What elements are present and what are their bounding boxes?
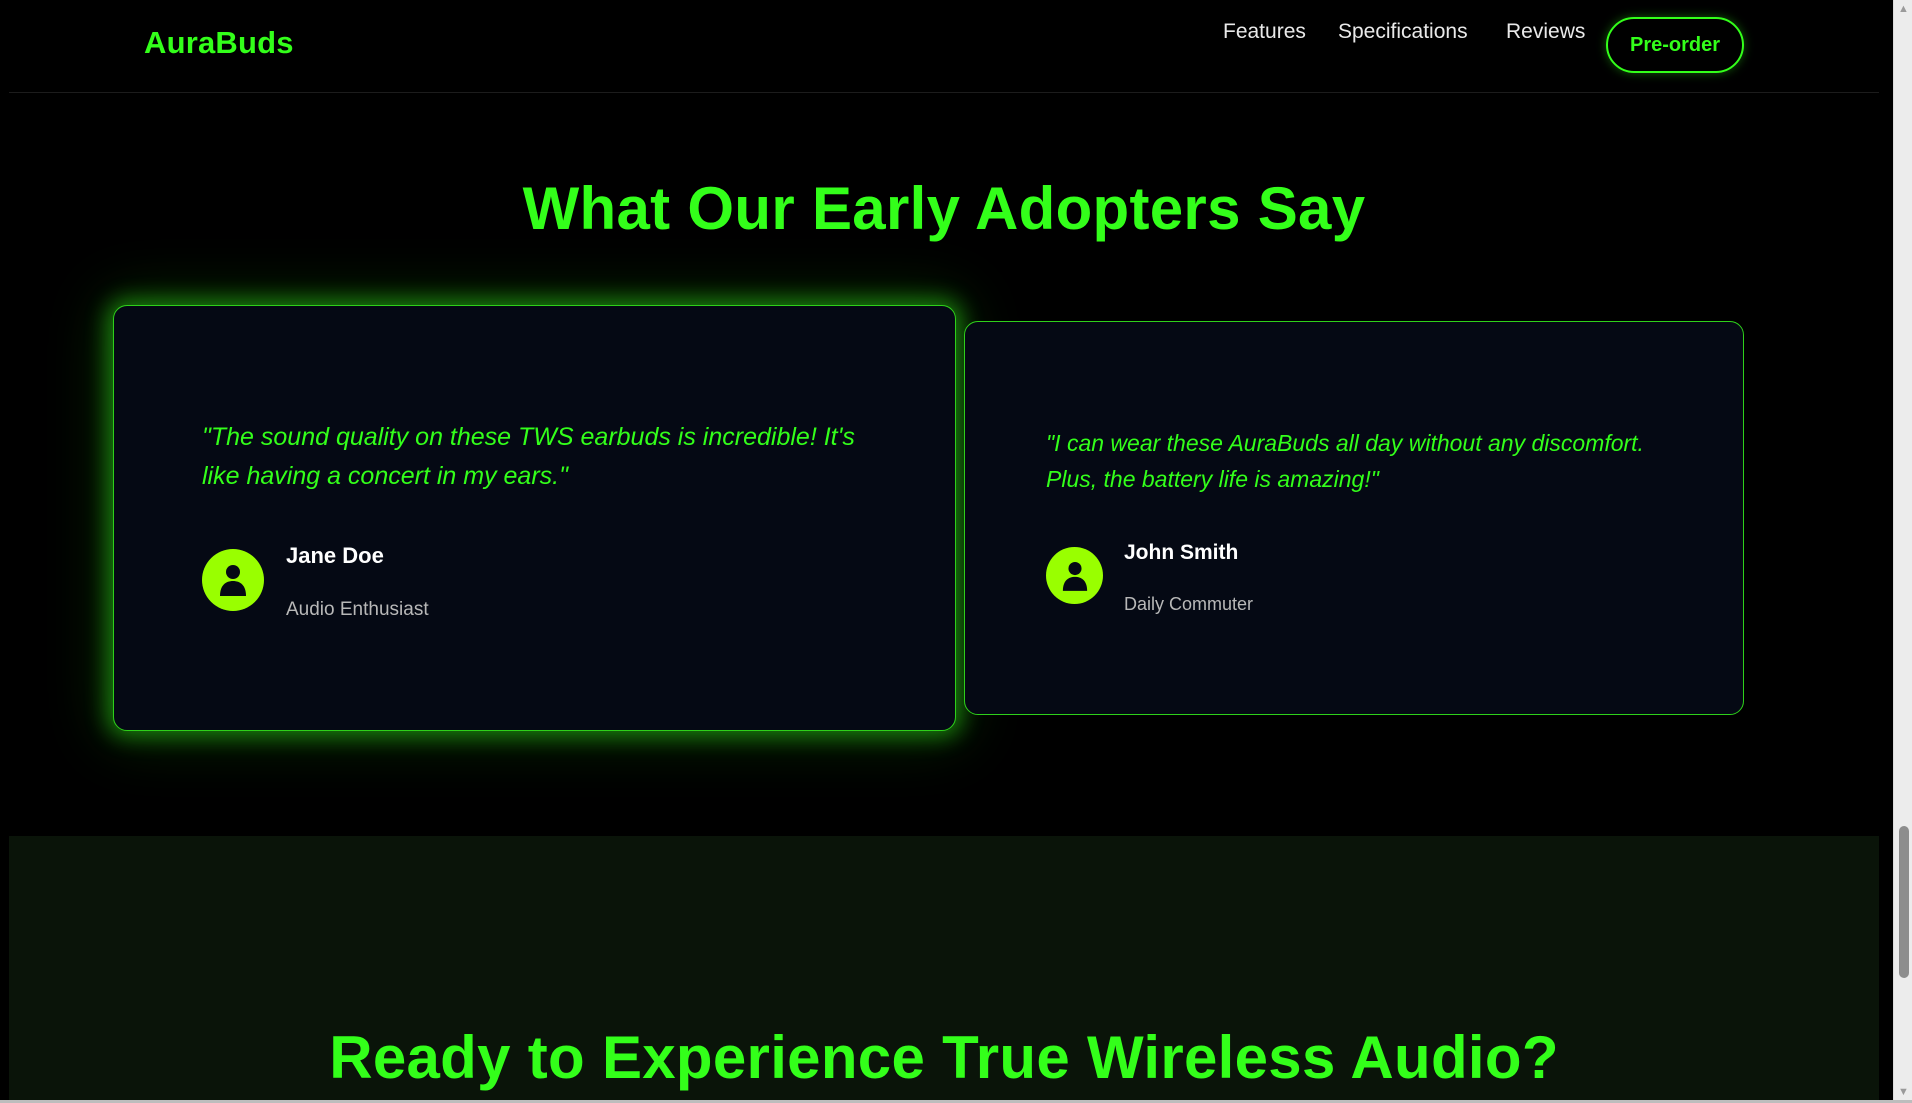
user-icon <box>218 563 248 597</box>
testimonial-quote: "The sound quality on these TWS earbuds … <box>202 423 855 490</box>
preorder-button[interactable]: Pre-order <box>1606 17 1744 73</box>
author-name: John Smith <box>1124 541 1239 564</box>
cta-section: Ready to Experience True Wireless Audio? <box>9 836 1879 1100</box>
nav-link-reviews[interactable]: Reviews <box>1506 20 1585 44</box>
navbar: AuraBuds Features Specifications Reviews… <box>9 0 1879 93</box>
cta-title: Ready to Experience True Wireless Audio? <box>329 1024 1559 1091</box>
testimonials-title: What Our Early Adopters Say <box>522 175 1366 242</box>
user-icon <box>1061 560 1089 592</box>
author-role: Daily Commuter <box>1124 594 1254 614</box>
nav-link-features[interactable]: Features <box>1223 20 1306 44</box>
browser-viewport: AuraBuds Features Specifications Reviews… <box>0 0 1893 1100</box>
testimonial-card[interactable]: "The sound quality on these TWS earbuds … <box>113 305 956 731</box>
avatar <box>202 549 264 611</box>
page: AuraBuds Features Specifications Reviews… <box>9 0 1879 1100</box>
testimonial-card[interactable]: "I can wear these AuraBuds all day witho… <box>964 321 1744 715</box>
chevron-down-icon[interactable]: ▼ <box>1894 1083 1912 1100</box>
nav-link-specifications[interactable]: Specifications <box>1338 20 1468 44</box>
scrollbar-thumb[interactable] <box>1899 826 1909 978</box>
author-role: Audio Enthusiast <box>286 599 429 620</box>
page-scrollbar[interactable]: ▲ ▼ <box>1893 0 1912 1100</box>
testimonial-quote: "I can wear these AuraBuds all day witho… <box>1046 430 1644 492</box>
author-name: Jane Doe <box>286 543 384 568</box>
chevron-up-icon[interactable]: ▲ <box>1894 0 1912 17</box>
brand-logo[interactable]: AuraBuds <box>144 25 294 61</box>
avatar <box>1046 547 1103 604</box>
